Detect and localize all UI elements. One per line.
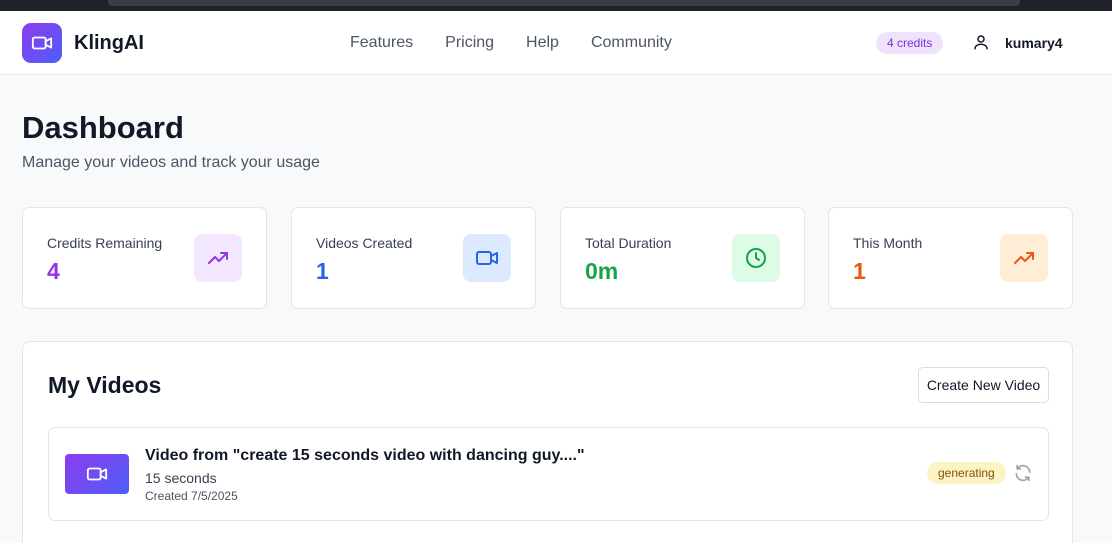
stat-icon-box: [194, 234, 242, 282]
trending-up-icon: [1014, 252, 1034, 264]
stat-label: Total Duration: [585, 235, 672, 251]
status-badge: generating: [927, 462, 1006, 484]
video-created-date: Created 7/5/2025: [145, 489, 238, 503]
stat-value: 0m: [585, 258, 619, 284]
video-title: Video from "create 15 seconds video with…: [145, 447, 585, 464]
create-new-video-button[interactable]: Create New Video: [918, 367, 1049, 403]
stat-label: This Month: [853, 235, 923, 251]
stat-card-videos: Videos Created 1: [291, 207, 536, 309]
stat-card-month: This Month 1: [828, 207, 1073, 309]
stat-icon-box: [1000, 234, 1048, 282]
top-navbar: KlingAI Features Pricing Help Community …: [0, 11, 1112, 75]
stat-value: 4: [47, 258, 60, 284]
stat-value: 1: [853, 258, 866, 284]
video-camera-icon: [31, 36, 53, 50]
logo[interactable]: [22, 23, 62, 63]
main-nav: Features Pricing Help Community: [350, 34, 672, 52]
trending-up-icon: [208, 252, 228, 264]
stat-icon-box: [463, 234, 511, 282]
video-thumbnail[interactable]: [65, 454, 129, 494]
stat-card-credits: Credits Remaining 4: [22, 207, 267, 309]
nav-community[interactable]: Community: [591, 34, 672, 52]
stat-card-duration: Total Duration 0m: [560, 207, 805, 309]
nav-help[interactable]: Help: [526, 34, 559, 52]
user-icon[interactable]: [972, 33, 990, 51]
username[interactable]: kumary4: [1005, 35, 1063, 51]
stat-icon-box: [732, 234, 780, 282]
stat-label: Credits Remaining: [47, 235, 163, 251]
nav-pricing[interactable]: Pricing: [445, 34, 494, 52]
clock-icon: [746, 248, 766, 268]
credits-badge: 4 credits: [876, 32, 944, 54]
page-subtitle: Manage your videos and track your usage: [22, 154, 320, 171]
video-camera-icon: [86, 467, 108, 481]
video-camera-icon: [476, 251, 498, 265]
video-list-item[interactable]: Video from "create 15 seconds video with…: [48, 427, 1049, 521]
section-title: My Videos: [48, 372, 162, 398]
nav-features[interactable]: Features: [350, 34, 413, 52]
browser-top-strip: [0, 0, 1112, 11]
stat-value: 1: [316, 258, 329, 284]
video-duration: 15 seconds: [145, 470, 217, 486]
page-title: Dashboard: [22, 110, 184, 145]
refresh-icon[interactable]: [1013, 463, 1033, 483]
stat-label: Videos Created: [316, 235, 413, 251]
brand-name[interactable]: KlingAI: [74, 32, 144, 55]
browser-tab-bar: [108, 0, 1020, 6]
my-videos-panel: My Videos Create New Video Video from "c…: [22, 341, 1073, 543]
